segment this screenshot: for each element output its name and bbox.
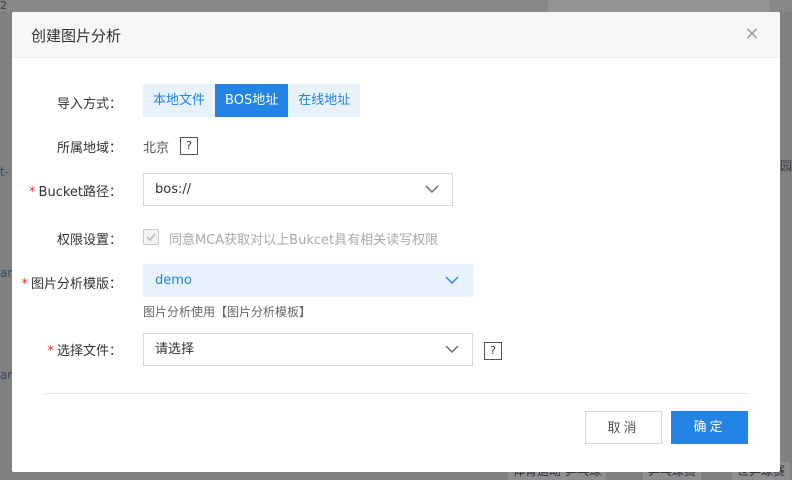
permission-label: 权限设置： bbox=[56, 233, 122, 248]
tab-bos-address[interactable]: BOS地址 bbox=[215, 84, 289, 117]
file-select[interactable]: 请选择 bbox=[143, 333, 473, 366]
bg-search-box bbox=[548, 0, 770, 12]
bucket-path-value: bos:// bbox=[155, 182, 192, 197]
chevron-down-icon bbox=[445, 345, 459, 353]
template-select[interactable]: demo bbox=[143, 264, 473, 297]
tab-online-address[interactable]: 在线地址 bbox=[288, 84, 361, 117]
template-label-text: 图片分析模版： bbox=[30, 277, 122, 292]
import-method-segmented: 本地文件 BOS地址 在线地址 bbox=[143, 84, 361, 117]
region-label: 所属地域： bbox=[56, 141, 122, 156]
close-icon[interactable]: × bbox=[742, 24, 762, 44]
create-image-analysis-dialog: 创建图片分析 × 导入方式： 本地文件 BOS地址 在线地址 所属地域： 北京 … bbox=[12, 12, 780, 472]
region-value: 北京 bbox=[143, 141, 170, 156]
bucket-label-text: Bucket路径： bbox=[38, 185, 122, 200]
ok-button[interactable]: 确定 bbox=[671, 411, 748, 444]
file-help-icon[interactable]: ? bbox=[484, 342, 502, 360]
bg-text-2: t- bbox=[0, 165, 10, 179]
bucket-label: * Bucket路径： bbox=[29, 185, 122, 200]
file-label-text: 选择文件： bbox=[56, 344, 122, 359]
file-value: 请选择 bbox=[155, 342, 195, 357]
permission-checkbox[interactable] bbox=[143, 229, 159, 245]
region-help-icon[interactable]: ? bbox=[180, 137, 198, 155]
template-value: demo bbox=[155, 273, 192, 288]
dialog-header: 创建图片分析 × bbox=[12, 12, 780, 58]
bg-text-5: 园 bbox=[780, 159, 792, 173]
bg-text-1: 2 bbox=[0, 0, 7, 12]
template-label: * 图片分析模版： bbox=[21, 277, 122, 292]
footer-divider bbox=[43, 393, 748, 394]
chevron-down-icon bbox=[445, 276, 459, 284]
file-label: * 选择文件： bbox=[47, 344, 122, 359]
dialog-title: 创建图片分析 bbox=[31, 27, 122, 45]
permission-checkbox-label: 同意MCA获取对以上Bukcet具有相关读写权限 bbox=[169, 233, 439, 248]
tab-local-file[interactable]: 本地文件 bbox=[143, 84, 216, 117]
bucket-path-select[interactable]: bos:// bbox=[143, 173, 453, 206]
check-icon bbox=[146, 233, 156, 242]
template-hint: 图片分析使用【图片分析模板】 bbox=[143, 305, 312, 319]
chevron-down-icon bbox=[425, 185, 439, 193]
cancel-button[interactable]: 取消 bbox=[585, 411, 662, 444]
import-method-label: 导入方式： bbox=[56, 97, 122, 112]
